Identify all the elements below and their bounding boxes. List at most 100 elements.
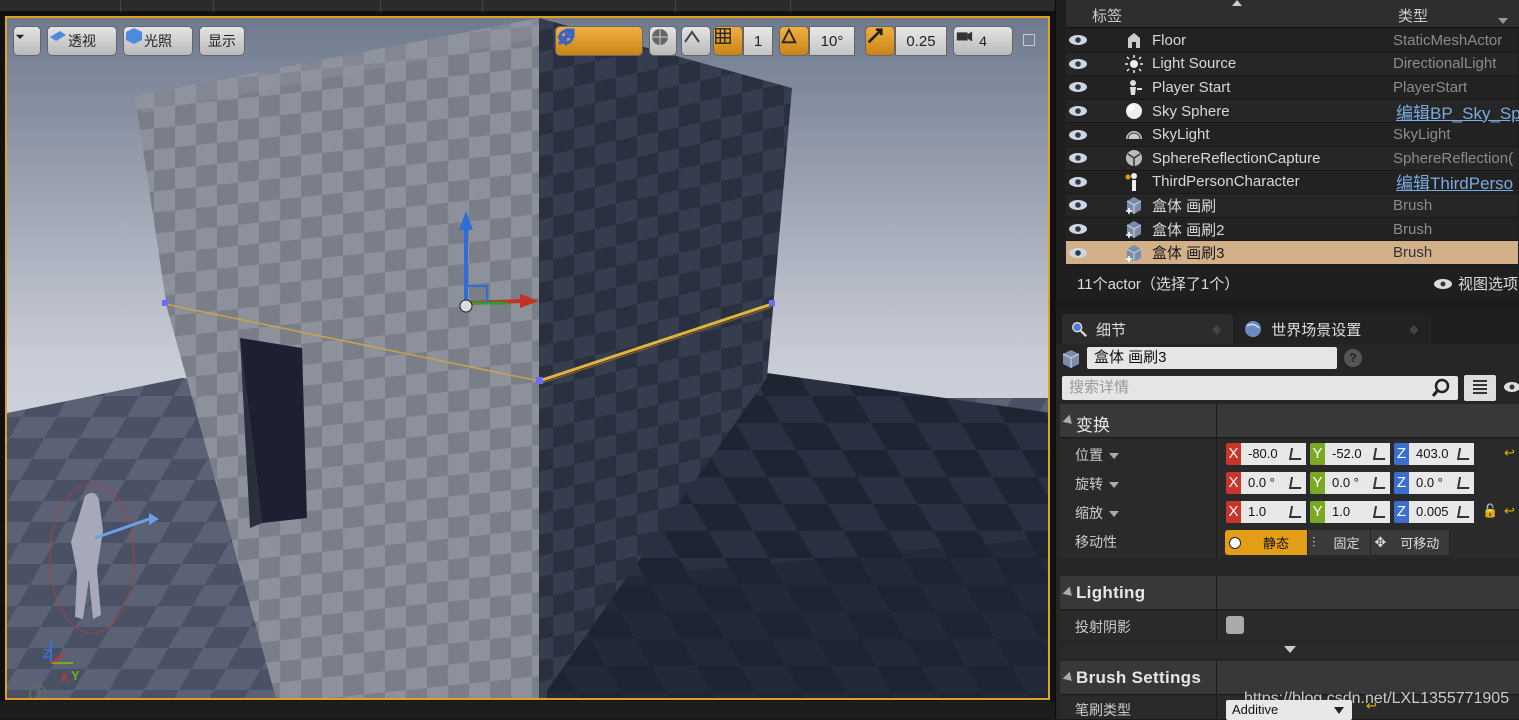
rotation-label[interactable]: 旋转 bbox=[1075, 474, 1119, 494]
world-local-toggle[interactable] bbox=[649, 26, 677, 56]
scale-y-value[interactable]: 1.0 bbox=[1325, 501, 1390, 523]
actor-label: SkyLight bbox=[1152, 126, 1210, 144]
show-button[interactable]: 显示 bbox=[199, 26, 245, 56]
visibility-eye-icon[interactable] bbox=[1068, 247, 1088, 259]
visibility-eye-icon[interactable] bbox=[1068, 199, 1088, 211]
column-menu-icon[interactable] bbox=[1498, 18, 1508, 24]
actor-label: Player Start bbox=[1152, 78, 1231, 96]
rotation-z-value[interactable]: 0.0 ° bbox=[1409, 472, 1474, 494]
mobility-movable-option[interactable]: ✥ 可移动 bbox=[1370, 530, 1451, 555]
visibility-eye-icon[interactable] bbox=[1068, 176, 1088, 188]
outliner-row[interactable]: Player Start PlayerStart bbox=[1066, 76, 1518, 100]
rotation-z-field[interactable]: Z 0.0 ° bbox=[1394, 472, 1474, 494]
reset-to-default-icon[interactable]: ↩ bbox=[1504, 503, 1515, 519]
camera-speed-button[interactable]: 4 bbox=[953, 26, 1013, 56]
scale-label[interactable]: 缩放 bbox=[1075, 503, 1119, 523]
scale-row: 缩放 X 1.0 Y 1.0 Z 0.005 🔓 ↩ bbox=[1060, 497, 1519, 526]
scale-z-field[interactable]: Z 0.005 bbox=[1394, 501, 1474, 523]
visibility-eye-icon[interactable] bbox=[1068, 105, 1088, 117]
search-row: 搜索详情 bbox=[1056, 372, 1519, 404]
angle-icon bbox=[781, 27, 797, 44]
menu-divider bbox=[482, 0, 483, 12]
help-icon[interactable]: ? bbox=[29, 685, 47, 698]
location-y-value[interactable]: -52.0 bbox=[1325, 443, 1390, 465]
scale-y-field[interactable]: Y 1.0 bbox=[1310, 501, 1390, 523]
maximize-viewport-icon[interactable] bbox=[1023, 34, 1035, 46]
outliner-row[interactable]: Sky Sphere 编辑BP_Sky_Sp bbox=[1066, 99, 1519, 124]
location-x-value[interactable]: -80.0 bbox=[1241, 443, 1306, 465]
section-lighting[interactable]: Lighting bbox=[1060, 576, 1519, 610]
rotation-y-field[interactable]: Y 0.0 ° bbox=[1310, 472, 1390, 494]
static-mesh-icon bbox=[1128, 33, 1140, 49]
viewport-scene[interactable]: 透视 光照 显示 1 10° 0.25 4 Z Y X ? bbox=[5, 16, 1050, 700]
collapse-arrow-icon bbox=[1062, 586, 1076, 600]
search-details-input[interactable]: 搜索详情 bbox=[1062, 376, 1458, 400]
rotation-snap-value[interactable]: 10° bbox=[809, 26, 855, 56]
section-transform[interactable]: 变换 bbox=[1060, 404, 1519, 438]
visibility-eye-icon[interactable] bbox=[1068, 58, 1088, 70]
rotation-x-value[interactable]: 0.0 ° bbox=[1241, 472, 1306, 494]
grid-snap-toggle[interactable] bbox=[713, 26, 743, 56]
outliner-row[interactable]: 盒体 画刷 Brush bbox=[1066, 194, 1518, 218]
outliner-row[interactable]: 盒体 画刷3 Brush bbox=[1066, 241, 1518, 265]
grid-icon bbox=[715, 28, 731, 44]
transform-mode-group[interactable] bbox=[555, 26, 643, 56]
column-type-header[interactable]: 类型 bbox=[1398, 5, 1428, 26]
cast-shadow-checkbox[interactable] bbox=[1226, 616, 1244, 634]
rotation-snap-toggle[interactable] bbox=[779, 26, 809, 56]
column-label-header[interactable]: 标签 bbox=[1092, 5, 1122, 26]
actor-type-link[interactable]: 编辑ThirdPerso bbox=[1396, 169, 1513, 194]
perspective-button[interactable]: 透视 bbox=[47, 26, 117, 56]
section-lighting-title: Lighting bbox=[1076, 583, 1146, 602]
scale-x-value[interactable]: 1.0 bbox=[1241, 501, 1306, 523]
outliner-row[interactable]: SphereReflectionCapture SphereReflection( bbox=[1066, 146, 1518, 171]
scale-snap-value[interactable]: 0.25 bbox=[895, 26, 947, 56]
rotation-x-field[interactable]: X 0.0 ° bbox=[1226, 472, 1306, 494]
visibility-eye-icon[interactable] bbox=[1068, 34, 1088, 46]
visibility-eye-icon[interactable] bbox=[1068, 129, 1088, 141]
rotation-y-value[interactable]: 0.0 ° bbox=[1325, 472, 1390, 494]
viewport-options-button[interactable] bbox=[13, 26, 41, 56]
tab-details[interactable]: 细节 ◆ bbox=[1062, 314, 1234, 344]
eye-icon[interactable] bbox=[1502, 380, 1519, 394]
actor-type-link[interactable]: 编辑BP_Sky_Sp bbox=[1396, 99, 1519, 124]
location-z-value[interactable]: 403.0 bbox=[1409, 443, 1474, 465]
scale-snap-toggle[interactable] bbox=[865, 26, 895, 56]
visibility-eye-icon[interactable] bbox=[1068, 223, 1088, 235]
location-x-field[interactable]: X -80.0 bbox=[1226, 443, 1306, 465]
tab-world-settings[interactable]: 世界场景设置 ◆ bbox=[1235, 314, 1431, 344]
outliner-row[interactable]: ThirdPersonCharacter 编辑ThirdPerso bbox=[1066, 169, 1518, 195]
outliner-row[interactable]: Floor StaticMeshActor bbox=[1066, 29, 1518, 53]
reset-to-default-icon[interactable]: ↩ bbox=[1504, 445, 1515, 461]
scale-z-value[interactable]: 0.005 bbox=[1409, 501, 1474, 523]
tab-close-icon[interactable]: ◆ bbox=[1409, 322, 1418, 336]
help-icon[interactable]: ? bbox=[1344, 349, 1362, 367]
surface-snap-button[interactable] bbox=[681, 26, 711, 56]
actor-name-input[interactable]: 盒体 画刷3 bbox=[1087, 347, 1337, 369]
globe-icon bbox=[1245, 321, 1262, 337]
grid-snap-value[interactable]: 1 bbox=[743, 26, 773, 56]
level-viewport[interactable]: 透视 光照 显示 1 10° 0.25 4 Z Y X ? bbox=[0, 0, 1055, 719]
search-icon bbox=[1431, 378, 1450, 397]
expand-arrow-icon bbox=[1284, 646, 1296, 653]
scale-x-field[interactable]: X 1.0 bbox=[1226, 501, 1306, 523]
outliner-row[interactable]: 盒体 画刷2 Brush bbox=[1066, 217, 1518, 242]
tab-close-icon[interactable]: ◆ bbox=[1212, 322, 1221, 336]
outliner-row[interactable]: SkyLight SkyLight bbox=[1066, 123, 1518, 147]
lock-icon[interactable]: 🔓 bbox=[1482, 503, 1498, 519]
outliner-row[interactable]: Light Source DirectionalLight bbox=[1066, 52, 1518, 77]
location-z-field[interactable]: Z 403.0 bbox=[1394, 443, 1474, 465]
location-y-field[interactable]: Y -52.0 bbox=[1310, 443, 1390, 465]
location-label[interactable]: 位置 bbox=[1075, 445, 1119, 465]
advanced-expander[interactable] bbox=[1060, 644, 1519, 658]
mobility-static-option[interactable]: 静态 bbox=[1225, 530, 1308, 555]
mobility-stationary-option[interactable]: ⫶ 固定 bbox=[1308, 530, 1371, 555]
dropdown-arrow-icon bbox=[1109, 511, 1119, 518]
property-matrix-button[interactable] bbox=[1464, 375, 1496, 401]
view-options-button[interactable]: 视图选项 bbox=[1433, 273, 1518, 294]
list-view-icon bbox=[1473, 380, 1487, 394]
visibility-eye-icon[interactable] bbox=[1068, 81, 1088, 93]
movable-icon: ✥ bbox=[1374, 534, 1387, 550]
lit-mode-button[interactable]: 光照 bbox=[123, 26, 193, 56]
visibility-eye-icon[interactable] bbox=[1068, 152, 1088, 164]
